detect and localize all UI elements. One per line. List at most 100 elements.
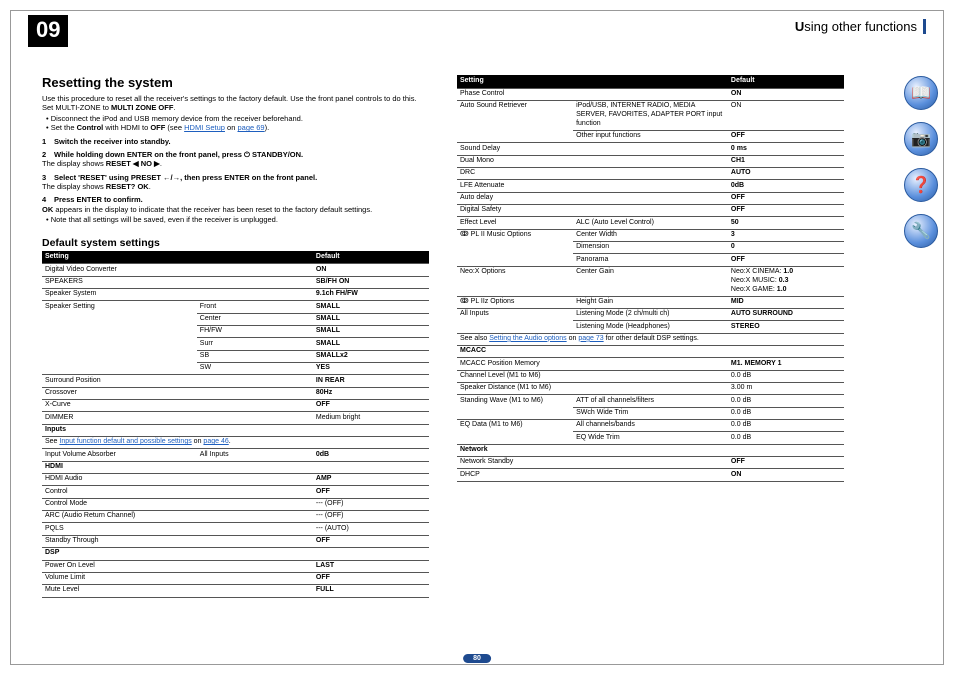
table-cell: OFF — [313, 486, 429, 498]
device-icon[interactable]: 📷 — [904, 122, 938, 156]
table-cell: CH1 — [728, 155, 844, 167]
chapter-title: Using other functions — [795, 19, 926, 34]
tools-icon[interactable]: 🔧 — [904, 214, 938, 248]
table-cell: EQ Wide Trim — [573, 432, 728, 444]
table-row: Standing Wave (M1 to M6)ATT of all chann… — [457, 395, 844, 407]
table-cell: OFF — [728, 130, 844, 142]
table-row: See Input function default and possible … — [42, 437, 429, 449]
table-cell — [197, 523, 313, 535]
table-cell: All Inputs — [197, 449, 313, 461]
table-cell — [197, 276, 313, 288]
table-cell — [197, 412, 313, 424]
book-icon[interactable]: 📖 — [904, 76, 938, 110]
table-row: Speaker SettingFrontSMALL — [42, 301, 429, 313]
table-cell: DIMMER — [42, 412, 197, 424]
table-cell: 0 — [728, 242, 844, 254]
table-cell — [573, 192, 728, 204]
table-cell: ATT of all channels/filters — [573, 395, 728, 407]
table-cell: Mute Level — [42, 585, 197, 597]
table-cell: ↂ PL IIz Options — [457, 296, 573, 308]
table-cell: ↂ PL II Music Options — [457, 229, 573, 266]
table-cell: 0dB — [313, 449, 429, 461]
table-cell — [197, 387, 313, 399]
b2-b: Control — [77, 123, 104, 132]
table-cell: Center — [197, 313, 313, 325]
settings-table-left: Setting Default Digital Video ConverterO… — [42, 251, 429, 598]
table-cell: AUTO — [728, 167, 844, 179]
th-default-r: Default — [728, 75, 844, 88]
table-row: Dual MonoCH1 — [457, 155, 844, 167]
table-cell: Speaker Distance (M1 to M6) — [457, 382, 573, 394]
link-input-function[interactable]: Input function default and possible sett… — [59, 438, 191, 445]
table-cell: Speaker System — [42, 288, 197, 300]
table-cell: All channels/bands — [573, 420, 728, 432]
table-row: ARC (Audio Return Channel)--- (OFF) — [42, 511, 429, 523]
step-2: 2While holding down ENTER on the front p… — [42, 150, 429, 159]
table-cell: Volume Limit — [42, 572, 197, 584]
table-cell: LAST — [313, 560, 429, 572]
link-audio-options[interactable]: Setting the Audio options — [489, 335, 566, 342]
table-cell: Sound Delay — [457, 143, 573, 155]
table-cell: Dimension — [573, 242, 728, 254]
link-page-46[interactable]: page 46 — [203, 438, 228, 445]
table-cell — [197, 400, 313, 412]
table-cell: PQLS — [42, 523, 197, 535]
table-row: Power On Level LAST — [42, 560, 429, 572]
table-cell: OFF — [313, 400, 429, 412]
table-row: PQLS --- (AUTO) — [42, 523, 429, 535]
table-row: Digital SafetyOFF — [457, 205, 844, 217]
b2-c: with HDMI to — [103, 123, 150, 132]
table-cell — [573, 180, 728, 192]
link-hdmi-setup[interactable]: HDMI Setup — [184, 123, 225, 132]
s3n-c: . — [149, 182, 151, 191]
table-row: Speaker System9.1ch FH/FW — [42, 288, 429, 300]
table-cell: OFF — [728, 457, 844, 469]
table-row: Volume LimitOFF — [42, 572, 429, 584]
step-2-text: While holding down ENTER on the front pa… — [54, 150, 303, 159]
chapter-number: 09 — [28, 15, 68, 47]
section-dsp: DSP — [42, 548, 429, 560]
step-4-text: Press ENTER to confirm. — [54, 195, 143, 204]
bullet-1: Disconnect the iPod and USB memory devic… — [52, 114, 429, 123]
chapter-title-initial: U — [795, 19, 804, 34]
table-row: Phase ControlON — [457, 88, 844, 100]
table-row: Speaker Distance (M1 to M6) 3.00 m — [457, 382, 844, 394]
b2-e: (see — [165, 123, 184, 132]
table-row: Input Volume AbsorberAll Inputs0dB — [42, 449, 429, 461]
table-cell — [197, 288, 313, 300]
table-cell: STEREO — [728, 321, 844, 333]
help-icon[interactable]: ❓ — [904, 168, 938, 202]
table-cell: AMP — [313, 474, 429, 486]
intro-part1: Use this procedure to reset all the rece… — [42, 94, 417, 112]
table-cell: Power On Level — [42, 560, 197, 572]
table-row: All InputsListening Mode (2 ch/multi ch)… — [457, 308, 844, 320]
section-network: Network — [457, 444, 844, 456]
table-cell: 3.00 m — [728, 382, 844, 394]
table-cell: Standby Through — [42, 535, 197, 547]
table-cell: Panorama — [573, 254, 728, 266]
step-1-text: Switch the receiver into standby. — [54, 137, 171, 146]
link-page-73[interactable]: page 73 — [578, 335, 603, 342]
table-cell: MID — [728, 296, 844, 308]
table-row: Standby ThroughOFF — [42, 535, 429, 547]
table-row: LFE Attenuate0dB — [457, 180, 844, 192]
table-cell — [197, 560, 313, 572]
table-cell: OFF — [728, 192, 844, 204]
table-cell: Auto Sound Retriever — [457, 101, 573, 143]
link-page-69[interactable]: page 69 — [237, 123, 264, 132]
table-cell: --- (AUTO) — [313, 523, 429, 535]
section-hdmi: HDMI — [42, 461, 429, 473]
table-cell: X-Curve — [42, 400, 197, 412]
table-cell: IN REAR — [313, 375, 429, 387]
table-row: Digital Video ConverterON — [42, 264, 429, 276]
table-cell: 0dB — [728, 180, 844, 192]
table-cell: All Inputs — [457, 308, 573, 333]
table-cell — [197, 486, 313, 498]
b2-a: Set the — [51, 123, 77, 132]
table-cell: M1. MEMORY 1 — [728, 358, 844, 370]
table-cell: Surr — [197, 338, 313, 350]
table-cell: SMALL — [313, 325, 429, 337]
table-row: Sound Delay0 ms — [457, 143, 844, 155]
table-cell: Control — [42, 486, 197, 498]
table-row: Neo:X OptionsCenter GainNeo:X CINEMA: 1.… — [457, 266, 844, 296]
